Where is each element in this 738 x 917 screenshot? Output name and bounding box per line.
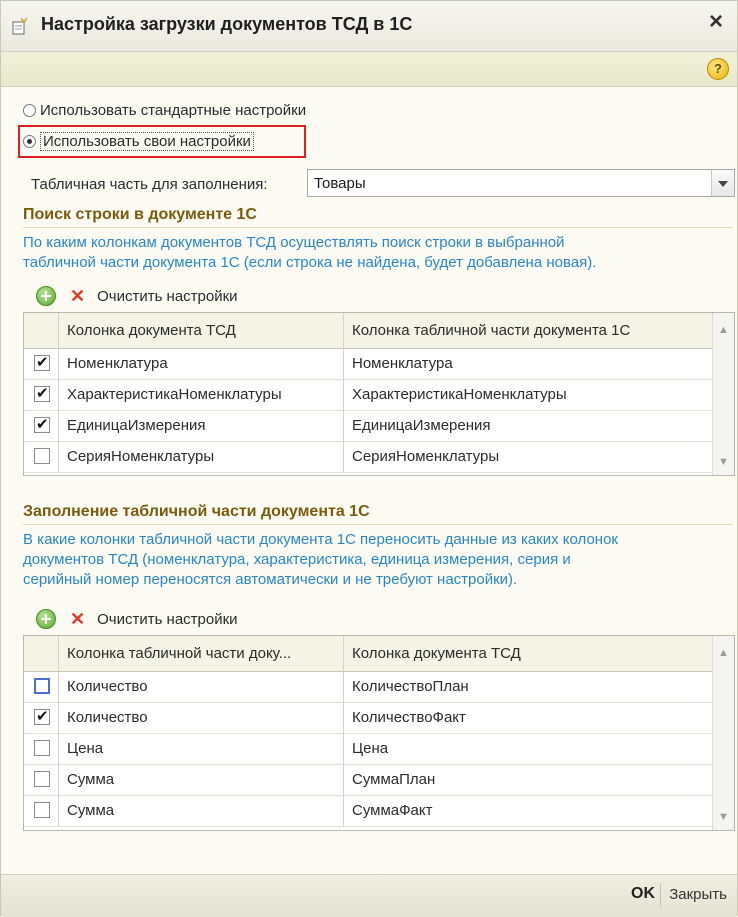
header-check-column (24, 636, 59, 671)
delete-icon[interactable]: ✕ (70, 287, 85, 305)
table-row[interactable]: ХарактеристикаНоменклатуры Характеристик… (24, 379, 714, 411)
vertical-scrollbar[interactable]: ▲ ▼ (712, 313, 734, 475)
doc-cell[interactable]: ЕдиницаИзмерения (344, 410, 714, 441)
ok-button[interactable]: OK (631, 885, 655, 903)
hint-line: документов ТСД (номенклатура, характерис… (23, 551, 571, 568)
footer-separator (660, 883, 661, 907)
fill-command-bar: ✕ Очистить настройки (36, 607, 238, 631)
radio-selected-icon[interactable] (23, 134, 36, 148)
delete-icon[interactable]: ✕ (70, 610, 85, 628)
document-settings-icon (12, 17, 28, 35)
fill-section-hint: В какие колонки табличной части документ… (23, 530, 735, 590)
radio-custom-label: Использовать свои настройки (40, 131, 254, 151)
row-checkbox[interactable] (34, 448, 50, 464)
search-section-title: Поиск строки в документе 1С (23, 206, 257, 223)
fill-columns-table: Колонка табличной части доку... Колонка … (23, 635, 735, 831)
scroll-down-icon[interactable]: ▼ (713, 808, 734, 826)
add-icon[interactable] (36, 286, 56, 306)
scroll-up-icon[interactable]: ▲ (713, 321, 734, 339)
table-row[interactable]: Сумма СуммаФакт (24, 795, 714, 827)
header-tsd-column[interactable]: Колонка документа ТСД (59, 313, 344, 348)
row-checkbox[interactable] (34, 802, 50, 818)
radio-standard-label: Использовать стандартные настройки (40, 101, 307, 119)
table-row[interactable]: ЕдиницаИзмерения ЕдиницаИзмерения (24, 410, 714, 442)
settings-dialog: Настройка загрузки документов ТСД в 1С ×… (0, 0, 738, 917)
header-check-column (24, 313, 59, 348)
add-icon[interactable] (36, 609, 56, 629)
table-row[interactable]: Номенклатура Номенклатура (24, 348, 714, 380)
dialog-footer: OK Закрыть (1, 874, 737, 917)
section-divider (23, 227, 733, 228)
hint-line: серийный номер переносятся автоматически… (23, 571, 518, 588)
tsd-cell[interactable]: КоличествоПлан (344, 671, 714, 702)
radio-custom-settings[interactable]: Использовать свои настройки (23, 129, 254, 153)
row-checkbox[interactable] (34, 707, 50, 725)
doc-cell[interactable]: Номенклатура (344, 348, 714, 379)
row-checkbox[interactable] (34, 740, 50, 756)
table-row[interactable]: СерияНоменклатуры СерияНоменклатуры (24, 441, 714, 473)
fill-section-title: Заполнение табличной части документа 1С (23, 503, 370, 520)
tabular-part-label: Табличная часть для заполнения: (31, 176, 268, 193)
tsd-cell[interactable]: Номенклатура (59, 348, 344, 379)
table-header: Колонка документа ТСД Колонка табличной … (24, 313, 714, 349)
doc-cell[interactable]: ХарактеристикаНоменклатуры (344, 379, 714, 410)
tabular-part-select[interactable]: Товары (307, 169, 735, 197)
tsd-cell[interactable]: СуммаПлан (344, 764, 714, 795)
radio-icon[interactable] (23, 103, 36, 117)
dialog-toolbar: ? (1, 52, 737, 87)
table-row[interactable]: Цена Цена (24, 733, 714, 765)
section-divider (23, 524, 733, 525)
search-columns-table: Колонка документа ТСД Колонка табличной … (23, 312, 735, 476)
tsd-cell[interactable]: Цена (344, 733, 714, 764)
table-row[interactable]: Сумма СуммаПлан (24, 764, 714, 796)
doc-cell[interactable]: Цена (59, 733, 344, 764)
table-row[interactable]: Количество КоличествоФакт (24, 702, 714, 734)
header-tsd-column[interactable]: Колонка документа ТСД (344, 636, 714, 671)
doc-cell[interactable]: Сумма (59, 795, 344, 826)
scroll-down-icon[interactable]: ▼ (713, 453, 734, 471)
doc-cell[interactable]: Количество (59, 671, 344, 702)
tsd-cell[interactable]: КоличествоФакт (344, 702, 714, 733)
scroll-up-icon[interactable]: ▲ (713, 644, 734, 662)
hint-line: В какие колонки табличной части документ… (23, 531, 618, 548)
row-checkbox[interactable] (34, 384, 50, 402)
doc-cell[interactable]: СерияНоменклатуры (344, 441, 714, 472)
row-checkbox[interactable] (34, 353, 50, 371)
tsd-cell[interactable]: ЕдиницаИзмерения (59, 410, 344, 441)
help-icon[interactable]: ? (707, 58, 729, 80)
row-checkbox[interactable] (34, 678, 50, 694)
table-header: Колонка табличной части доку... Колонка … (24, 636, 714, 672)
table-row[interactable]: Количество КоличествоПлан (24, 671, 714, 703)
hint-line: По каким колонкам документов ТСД осущест… (23, 234, 565, 251)
doc-cell[interactable]: Количество (59, 702, 344, 733)
chevron-down-icon[interactable] (711, 170, 734, 196)
hint-line: табличной части документа 1С (если строк… (23, 254, 597, 271)
title-bar: Настройка загрузки документов ТСД в 1С × (1, 1, 737, 52)
row-checkbox[interactable] (34, 771, 50, 787)
header-doc-column[interactable]: Колонка табличной части документа 1С (344, 313, 714, 348)
close-icon[interactable]: × (703, 9, 729, 35)
search-section-hint: По каким колонкам документов ТСД осущест… (23, 233, 735, 273)
row-checkbox[interactable] (34, 415, 50, 433)
tsd-cell[interactable]: СуммаФакт (344, 795, 714, 826)
window-title: Настройка загрузки документов ТСД в 1С (41, 14, 413, 34)
doc-cell[interactable]: Сумма (59, 764, 344, 795)
tabular-part-value: Товары (314, 175, 366, 192)
close-button[interactable]: Закрыть (669, 886, 727, 903)
radio-standard-settings[interactable]: Использовать стандартные настройки (23, 98, 306, 122)
tsd-cell[interactable]: ХарактеристикаНоменклатуры (59, 379, 344, 410)
clear-settings-button[interactable]: Очистить настройки (97, 288, 237, 305)
search-command-bar: ✕ Очистить настройки (36, 284, 238, 308)
clear-settings-button[interactable]: Очистить настройки (97, 611, 237, 628)
tsd-cell[interactable]: СерияНоменклатуры (59, 441, 344, 472)
vertical-scrollbar[interactable]: ▲ ▼ (712, 636, 734, 830)
header-doc-column[interactable]: Колонка табличной части доку... (59, 636, 344, 671)
